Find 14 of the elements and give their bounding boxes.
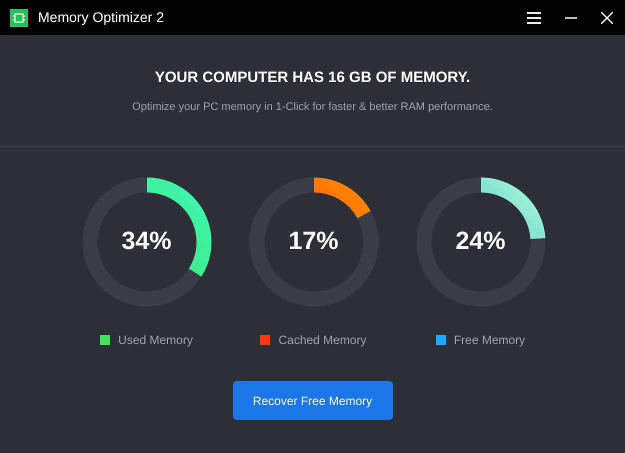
subtitle-text: Optimize your PC memory in 1-Click for faster & better RAM performance. xyxy=(132,100,493,114)
gauge-percentage: 24% xyxy=(455,226,506,258)
recover-memory-button[interactable]: Recover Free Memory xyxy=(232,381,392,420)
menu-icon[interactable] xyxy=(527,12,541,24)
memory-chip-icon xyxy=(10,8,28,26)
gauge-percentage: 17% xyxy=(288,226,339,258)
close-icon[interactable] xyxy=(601,12,613,24)
memory-heading: YOUR COMPUTER HAS 16 GB OF MEMORY. xyxy=(154,68,470,88)
minimize-icon[interactable] xyxy=(565,16,577,18)
window-title: Memory Optimizer 2 xyxy=(38,8,164,27)
legend-label: Free Memory xyxy=(454,332,526,349)
legend-label: Used Memory xyxy=(118,332,193,349)
gauge-percentage: 34% xyxy=(121,226,172,258)
legend-label: Cached Memory xyxy=(278,332,367,349)
